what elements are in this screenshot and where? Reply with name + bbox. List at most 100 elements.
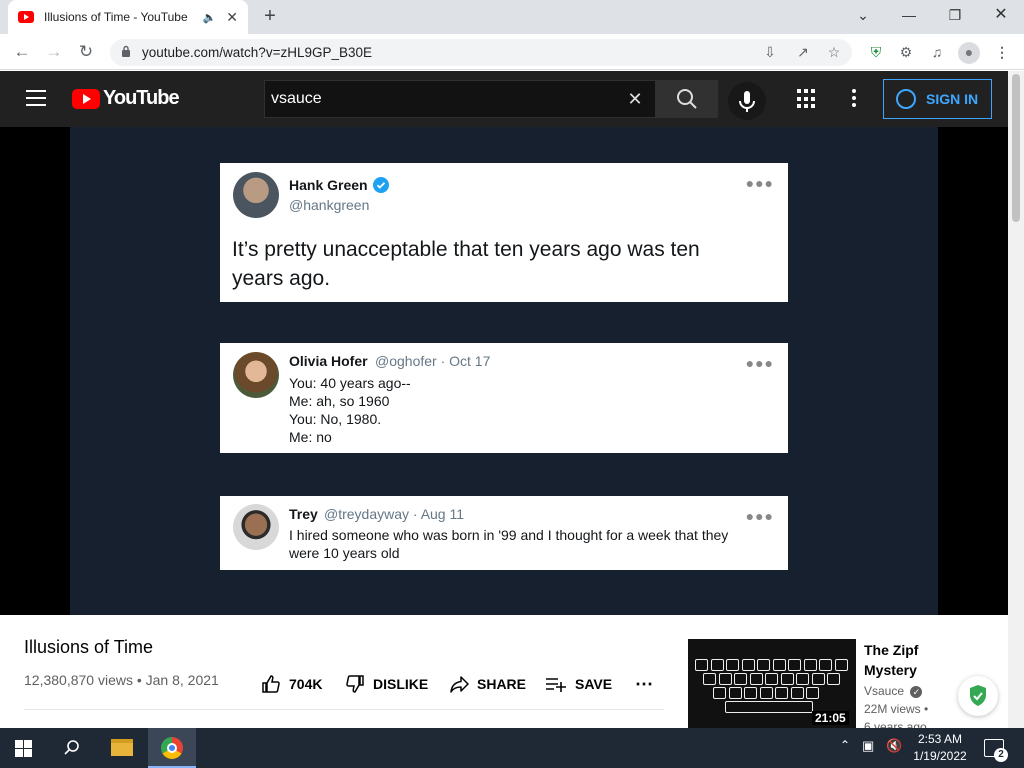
keyboard-key [827,673,840,685]
settings-more-icon[interactable] [848,89,860,109]
tweet-more-icon: ●●● [745,508,774,524]
apps-grid-icon[interactable] [797,89,817,109]
youtube-favicon-icon [18,11,34,23]
tab-search-icon[interactable]: ⌄ [840,0,886,30]
avatar [233,504,279,550]
tweet-author: Olivia Hofer [289,353,368,369]
more-actions-icon[interactable]: ⋯ [635,672,654,696]
chrome-menu-icon[interactable]: ⋮ [992,42,1012,62]
recommended-age: 6 years ago [864,720,927,728]
save-button[interactable]: SAVE [545,672,612,696]
add-to-playlist-icon [546,678,566,692]
keyboard-key [806,687,819,699]
verified-badge-icon [373,177,389,193]
thumbs-down-icon [346,675,364,693]
recommended-title[interactable]: The Zipf Mystery [864,640,964,680]
video-views-date: 12,380,870 views • Jan 8, 2021 [24,672,219,688]
chrome-icon [161,737,183,759]
profile-avatar-icon[interactable]: ● [958,42,980,64]
reload-icon[interactable]: ↻ [74,41,98,65]
extensions-puzzle-icon[interactable]: ⚙ [896,42,916,62]
keyboard-key [713,687,726,699]
new-tab-icon[interactable]: + [258,5,282,29]
windows-start-icon[interactable] [15,740,32,757]
avatar [233,172,279,218]
keyboard-key [819,659,832,671]
clear-search-icon[interactable]: ✕ [615,89,655,110]
tab-audio-icon[interactable]: 🔈 [203,11,217,24]
tweet-text: It’s pretty unacceptable that ten years … [232,238,700,290]
media-control-icon[interactable]: ♫ [927,42,947,62]
tweet-text: I hired someone who was born in '99 and … [289,527,729,561]
keyboard-key [728,687,742,699]
keyboard-key [834,659,848,671]
tweet-more-icon: ●●● [745,355,774,371]
share-button[interactable]: SHARE [449,672,526,696]
window-close-icon[interactable]: ✕ [978,0,1024,30]
divider [24,709,664,710]
forward-icon[interactable]: → [42,41,66,65]
keyboard-key [775,687,788,699]
taskbar-clock[interactable]: 2:53 AM 1/19/2022 [905,731,975,765]
keyboard-key [790,687,804,699]
tab-close-icon[interactable]: ✕ [226,9,238,26]
lock-icon[interactable] [121,45,131,57]
search-value[interactable]: vsauce [271,90,615,108]
browser-tab[interactable]: Illusions of Time - YouTube 🔈 ✕ [8,0,248,34]
volume-muted-icon[interactable]: 🔇 [886,738,902,754]
install-icon[interactable]: ⇩ [760,42,780,62]
search-button[interactable] [656,80,718,118]
tweet-card: Trey @treydayway · Aug 11 I hired someon… [220,496,788,570]
tweet-text: You: 40 years ago-- Me: ah, so 1960 You:… [289,375,411,445]
keyboard-key [811,673,825,685]
share-label: SHARE [477,676,527,692]
extension-shield-icon[interactable]: ⛨ [866,42,886,62]
youtube-logo-icon[interactable] [72,89,100,109]
restore-icon[interactable]: ❐ [932,0,978,30]
share-page-icon[interactable]: ↗ [793,42,813,62]
tweet-author: Hank Green [289,177,368,193]
keyboard-key [741,659,755,671]
keyboard-key [796,673,809,685]
keyboard-key [759,687,773,699]
recommended-channel[interactable]: Vsauce ✓ [864,684,923,698]
tab-title: Illusions of Time - YouTube [44,10,188,24]
sign-in-button[interactable]: SIGN IN [883,79,992,119]
back-icon[interactable]: ← [10,41,34,65]
youtube-logo-text[interactable]: YouTube [103,87,180,110]
microphone-icon [739,91,755,112]
taskbar-search-icon[interactable] [63,739,81,757]
notification-count-badge: 2 [994,748,1008,762]
keyboard-key [765,673,778,685]
security-shield-icon[interactable] [958,676,998,716]
tweet-card: Hank Green @hankgreen It’s pretty unacce… [220,163,788,302]
tray-chevron-icon[interactable]: ⌃ [840,738,850,752]
taskbar-chrome-button[interactable] [148,728,196,768]
search-input[interactable]: vsauce ✕ [264,80,656,118]
menu-icon[interactable] [26,90,46,106]
tweet-handle: @oghofer · Oct 17 [375,353,491,369]
tweet-card: Olivia Hofer @oghofer · Oct 17 You: 40 y… [220,343,788,453]
tweet-handle: @treydayway · Aug 11 [324,506,465,522]
user-icon [896,89,916,109]
like-button[interactable]: 704K [261,672,322,696]
keyboard-graphic [695,659,850,714]
search-icon [677,89,697,109]
scrollbar-thumb[interactable] [1012,74,1020,222]
avatar [233,352,279,398]
network-icon[interactable]: ▣ [862,738,874,754]
dislike-button[interactable]: DISLIKE [345,672,428,696]
voice-search-button[interactable] [728,82,766,120]
video-duration: 21:05 [812,711,849,725]
bookmark-star-icon[interactable]: ☆ [824,42,844,62]
keyboard-key [710,659,724,671]
sign-in-label: SIGN IN [926,91,979,107]
minimize-icon[interactable]: — [886,0,932,30]
verified-check-icon: ✓ [910,686,923,698]
like-count: 704K [289,676,323,692]
keyboard-key [788,659,801,671]
thumbs-up-icon [262,675,280,693]
dislike-label: DISLIKE [373,676,429,692]
url-text[interactable]: youtube.com/watch?v=zHL9GP_B30E [142,45,372,60]
file-explorer-icon[interactable] [111,739,133,756]
